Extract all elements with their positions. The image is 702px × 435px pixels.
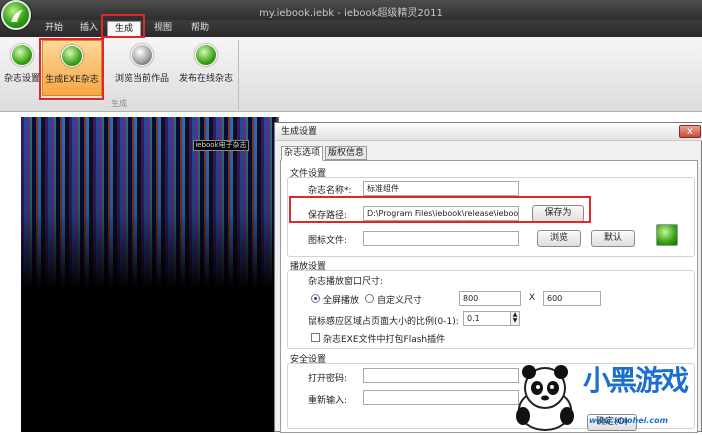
magazine-preview [21, 117, 279, 432]
tab-view[interactable]: 视图 [147, 20, 179, 37]
watermark-url: www.xiaohei.com [589, 416, 668, 425]
watermark-text: 小黑游戏 [583, 364, 689, 397]
browse-current-button[interactable]: 浏览当前作品 [112, 40, 172, 100]
close-icon[interactable]: x [679, 125, 701, 138]
app-icon-preview [656, 224, 678, 246]
tab-help[interactable]: 帮助 [184, 20, 216, 37]
password-input[interactable] [363, 368, 519, 383]
flash-checkbox[interactable] [311, 333, 320, 342]
ribbon-divider [238, 40, 239, 110]
width-input[interactable]: 800 [459, 291, 521, 306]
magazine-settings-button[interactable]: 杂志设置 [3, 40, 41, 100]
custom-size-label: 自定义尺寸 [377, 296, 423, 306]
preview-icon [131, 44, 153, 66]
tab-magazine-options[interactable]: 杂志选项 [281, 146, 323, 161]
flash-label: 杂志EXE文件中打包Flash插件 [323, 335, 446, 345]
browse-current-label: 浏览当前作品 [114, 74, 169, 84]
fullscreen-label: 全屏播放 [323, 296, 360, 306]
ratio-spinner[interactable]: ▲ ▼ [510, 311, 520, 326]
dialog-title: 生成设置 [275, 123, 702, 141]
password-label: 打开密码: [308, 374, 348, 384]
ribbon-group-label: 生成 [111, 99, 127, 108]
reenter-input[interactable] [363, 390, 519, 405]
magazine-settings-label: 杂志设置 [3, 74, 40, 84]
icon-file-label: 图标文件: [308, 236, 348, 246]
publish-online-button[interactable]: 发布在线杂志 [176, 40, 236, 100]
publish-online-label: 发布在线杂志 [178, 74, 233, 84]
height-input[interactable]: 600 [543, 291, 601, 306]
magazine-name-input[interactable]: 标准组件 [363, 181, 519, 196]
x-separator: X [529, 293, 536, 303]
panda-mascot-icon [516, 365, 574, 431]
window-size-label: 杂志播放窗口尺寸: [308, 277, 384, 287]
preview-badge: iebook电子杂志 [193, 140, 249, 151]
highlight-generate-tab [101, 14, 145, 38]
custom-size-radio[interactable] [365, 294, 374, 303]
browse-button[interactable]: 浏览 [537, 230, 581, 247]
highlight-save-path [289, 196, 591, 223]
highlight-generate-exe [39, 38, 104, 100]
ratio-input[interactable]: 0.1 [463, 311, 511, 326]
app-logo-icon[interactable] [1, 0, 31, 30]
fullscreen-radio[interactable] [311, 294, 320, 303]
reenter-label: 重新输入: [308, 396, 348, 406]
default-button[interactable]: 默认 [591, 230, 635, 247]
tab-copyright-info[interactable]: 版权信息 [325, 146, 367, 160]
gear-icon [11, 44, 33, 66]
icon-file-input[interactable] [363, 231, 519, 246]
ratio-label: 鼠标感应区域占页面大小的比例(0-1): [308, 317, 459, 327]
refresh-icon [195, 44, 217, 66]
tab-insert[interactable]: 插入 [74, 20, 104, 37]
watermark: 小黑游戏 www.xiaohei.com [505, 360, 702, 432]
name-label: 杂志名称*: [308, 186, 352, 196]
tab-start[interactable]: 开始 [38, 20, 70, 37]
